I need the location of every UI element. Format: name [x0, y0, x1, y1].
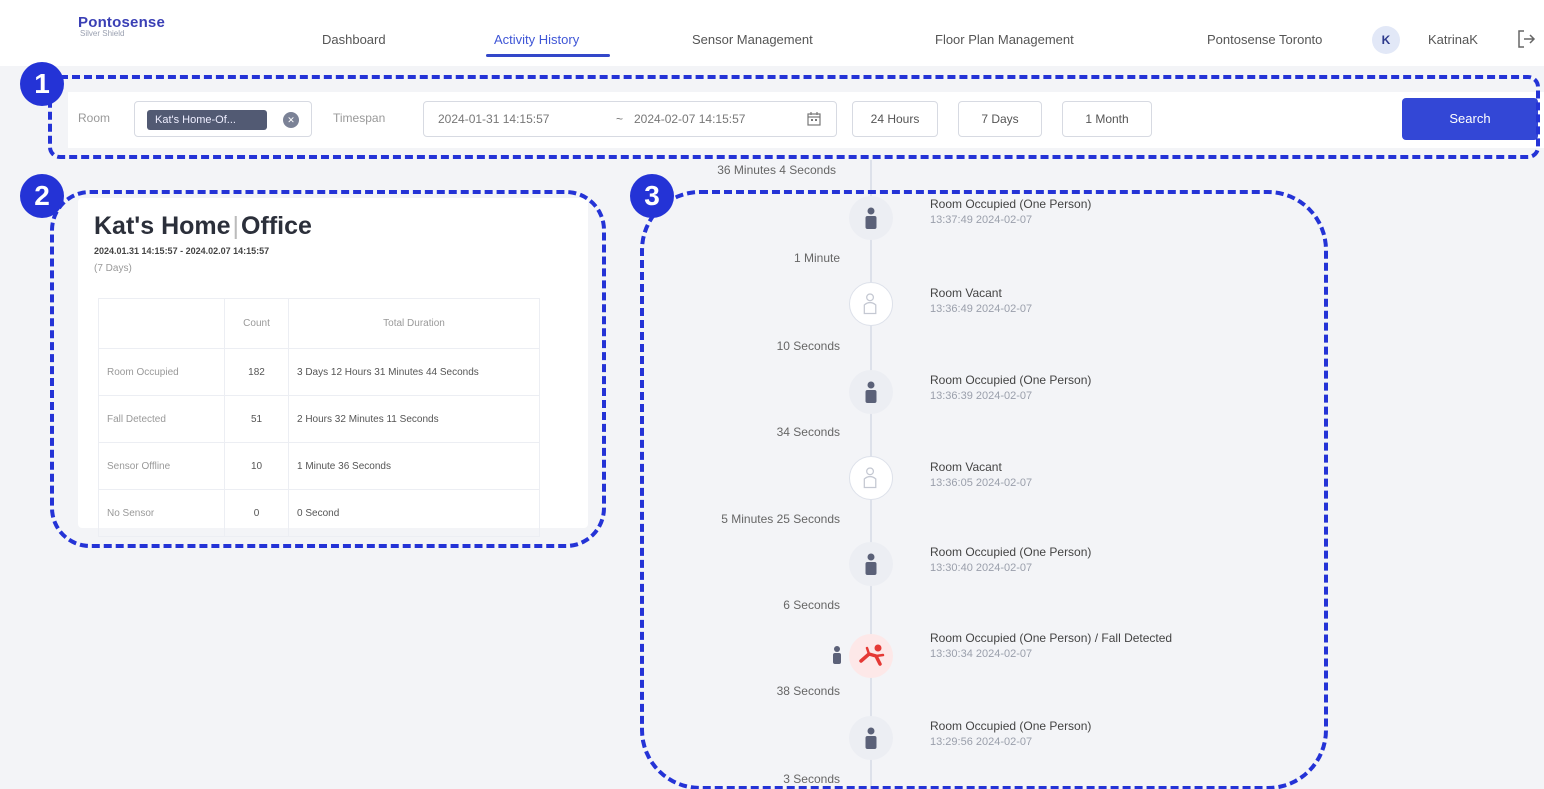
occupied-event-icon[interactable] [849, 716, 893, 760]
user-name[interactable]: KatrinaK [1428, 32, 1478, 47]
timespan-label: Timespan [333, 111, 386, 125]
start-date-input[interactable]: 2024-01-31 14:15:57 [438, 112, 549, 126]
event-title: Room Occupied (One Person) [930, 373, 1092, 387]
table-row: Sensor Offline 10 1 Minute 36 Seconds [98, 442, 540, 490]
date-range-picker[interactable]: 2024-01-31 14:15:57 ~ 2024-02-07 14:15:5… [423, 101, 837, 137]
table-header-count: Count [224, 298, 289, 349]
active-tab-indicator [486, 54, 610, 57]
row-category: No Sensor [98, 489, 225, 537]
location-title: Kat's Home|Office [94, 212, 312, 240]
end-date-input[interactable]: 2024-02-07 14:15:57 [634, 112, 745, 126]
nav-floor-plan-management[interactable]: Floor Plan Management [935, 32, 1074, 47]
table-row: Fall Detected 51 2 Hours 32 Minutes 11 S… [98, 395, 540, 443]
app-logo[interactable]: Pontosense Silver Shield [78, 14, 165, 38]
filter-bar: Room Kat's Home-Of... ✕ Timespan 2024-01… [68, 92, 1544, 148]
calendar-icon[interactable] [806, 111, 822, 127]
annotation-badge-2: 2 [20, 174, 64, 218]
row-duration: 2 Hours 32 Minutes 11 Seconds [288, 395, 540, 443]
date-separator: ~ [616, 112, 624, 126]
clear-room-icon[interactable]: ✕ [283, 112, 299, 128]
row-duration: 1 Minute 36 Seconds [288, 442, 540, 490]
vacant-event-icon[interactable] [849, 456, 893, 500]
fall-detected-icon[interactable] [849, 634, 893, 678]
event-time: 13:36:49 2024-02-07 [930, 303, 1033, 315]
row-count: 10 [224, 442, 289, 490]
row-category: Room Occupied [98, 348, 225, 396]
table-header-empty [98, 298, 225, 349]
nav-sensor-management[interactable]: Sensor Management [692, 32, 813, 47]
row-duration: 3 Days 12 Hours 31 Minutes 44 Seconds [288, 348, 540, 396]
gap-duration: 1 Minute [793, 251, 840, 265]
annotation-badge-1: 1 [20, 62, 64, 106]
quick-1-month-button[interactable]: 1 Month [1062, 101, 1152, 137]
table-header-duration: Total Duration [288, 298, 540, 349]
event-title: Room Occupied (One Person) [930, 197, 1092, 211]
nav-activity-history[interactable]: Activity History [494, 32, 579, 47]
event-time: 13:30:40 2024-02-07 [930, 562, 1033, 574]
search-button[interactable]: Search [1402, 98, 1538, 140]
site-selector[interactable]: Pontosense Toronto [1207, 32, 1322, 47]
row-category: Fall Detected [98, 395, 225, 443]
gap-duration: 10 Seconds [776, 339, 840, 353]
event-title: Room Occupied (One Person) [930, 545, 1092, 559]
gap-duration: 6 Seconds [783, 598, 840, 612]
row-duration: 0 Second [288, 489, 540, 537]
quick-24-hours-button[interactable]: 24 Hours [852, 101, 938, 137]
nav-dashboard[interactable]: Dashboard [322, 32, 386, 47]
gap-duration: 38 Seconds [776, 684, 840, 698]
table-row: Room Occupied 182 3 Days 12 Hours 31 Min… [98, 348, 540, 396]
event-time: 13:29:56 2024-02-07 [930, 736, 1033, 748]
logout-icon[interactable] [1515, 28, 1537, 50]
quick-7-days-button[interactable]: 7 Days [958, 101, 1042, 137]
gap-duration: 5 Minutes 25 Seconds [721, 512, 840, 526]
event-time: 13:30:34 2024-02-07 [930, 648, 1033, 660]
room-name: Office [241, 212, 312, 240]
summary-days: (7 Days) [94, 263, 132, 274]
event-title: Room Occupied (One Person) / Fall Detect… [930, 631, 1173, 645]
event-time: 13:37:49 2024-02-07 [930, 214, 1033, 226]
row-category: Sensor Offline [98, 442, 225, 490]
room-select[interactable]: Kat's Home-Of... ✕ [134, 101, 312, 137]
table-row: No Sensor 0 0 Second [98, 489, 540, 537]
person-icon [833, 646, 841, 664]
row-count: 182 [224, 348, 289, 396]
summary-table: Count Total Duration Room Occupied 182 3… [98, 298, 540, 537]
annotation-badge-3: 3 [630, 174, 674, 218]
activity-timeline[interactable]: 36 Minutes 4 Seconds Room Occupied (One … [620, 160, 1540, 789]
occupied-event-icon[interactable] [849, 196, 893, 240]
vacant-event-icon[interactable] [849, 282, 893, 326]
event-time: 13:36:05 2024-02-07 [930, 477, 1033, 489]
row-count: 0 [224, 489, 289, 537]
occupied-event-icon[interactable] [849, 542, 893, 586]
room-label: Room [78, 111, 111, 125]
home-name: Kat's Home [94, 212, 231, 240]
gap-duration: 34 Seconds [776, 425, 840, 439]
gap-duration: 3 Seconds [783, 772, 840, 786]
event-title: Room Vacant [930, 286, 1002, 300]
user-avatar[interactable]: K [1372, 26, 1400, 54]
occupied-event-icon[interactable] [849, 370, 893, 414]
event-time: 13:36:39 2024-02-07 [930, 390, 1033, 402]
row-count: 51 [224, 395, 289, 443]
summary-date-range: 2024.01.31 14:15:57 - 2024.02.07 14:15:5… [94, 246, 270, 256]
room-tag[interactable]: Kat's Home-Of... [147, 110, 267, 130]
summary-card: Kat's Home|Office 2024.01.31 14:15:57 - … [78, 198, 588, 537]
event-title: Room Occupied (One Person) [930, 719, 1092, 733]
event-title: Room Vacant [930, 460, 1002, 474]
top-header: Pontosense Silver Shield Dashboard Activ… [0, 0, 1544, 66]
